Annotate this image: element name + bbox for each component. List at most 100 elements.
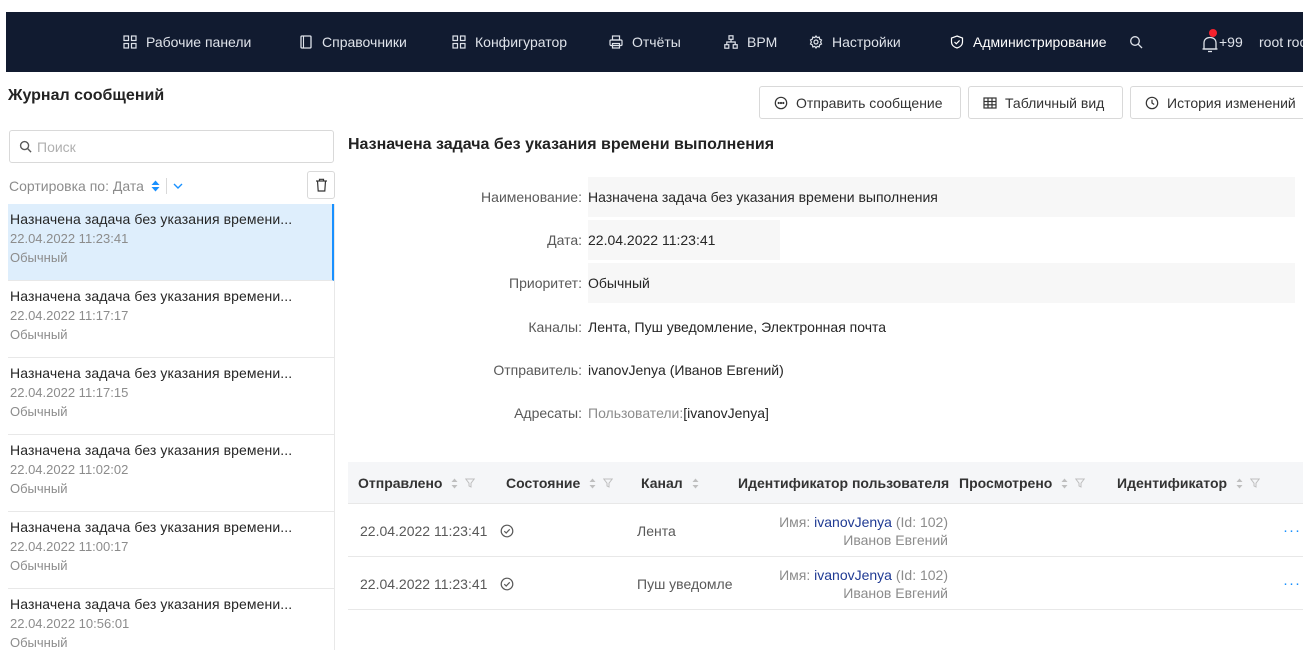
filter-icon[interactable] [1250,478,1261,488]
nav-item-references[interactable]: Справочники [299,12,407,72]
column-header-channel[interactable]: Канал [641,462,699,504]
nav-item-label: Справочники [322,34,407,50]
table-view-button[interactable]: Табличный вид [968,86,1123,119]
sort-icon[interactable] [1061,478,1068,489]
shield-icon [950,35,964,49]
grid-icon [452,35,466,49]
more-icon: ··· [1283,522,1301,539]
trash-icon [315,178,327,192]
sort-icon[interactable] [692,478,699,489]
list-item[interactable]: Назначена задача без указания времени...… [8,358,334,435]
top-navbar: Рабочие панели Справочники Конфигуратор … [6,12,1303,72]
nav-item-label: BPM [747,34,778,50]
nav-item-administration[interactable]: Администрирование [950,12,1107,72]
delete-button[interactable] [307,171,335,199]
table-header: Отправлено Состояние Канал Идентификатор… [348,462,1303,504]
field-name: Наименование: Назначена задача без указа… [348,177,1295,217]
notifications-count[interactable]: +99 [1219,12,1243,72]
nav-item-label: Отчёты [632,34,681,50]
field-value: Лента, Пуш уведомление, Электронная почт… [588,319,887,335]
user-menu[interactable]: root root [1259,12,1303,72]
column-header-state[interactable]: Состояние [506,462,614,504]
user-login-link[interactable]: ivanovJenya [814,567,892,583]
sort-icon[interactable] [1236,478,1243,489]
sort-icon[interactable] [589,478,596,489]
cell-sent: 22.04.2022 11:23:41 [360,575,488,592]
cell-channel: Пуш уведомле [637,575,733,592]
grid-icon [123,35,137,49]
field-label: Дата: [547,232,582,248]
chevron-down-icon[interactable] [173,182,183,190]
message-icon [774,96,788,109]
list-item[interactable]: Назначена задача без указания времени...… [8,281,334,358]
list-item[interactable]: Назначена задача без указания времени...… [8,512,334,589]
field-date: Дата: 22.04.2022 11:23:41 [348,220,780,260]
sort-icon[interactable] [451,478,458,489]
page-title: Журнал сообщений [8,87,165,104]
search-icon [19,140,32,153]
field-label: Адресаты: [514,405,582,421]
field-channels: Каналы: Лента, Пуш уведомление, Электрон… [348,307,886,347]
field-label: Наименование: [481,189,582,205]
clock-icon [1145,96,1159,109]
document-icon [299,35,313,49]
field-sender: Отправитель: ivanovJenya (Иванов Евгений… [348,350,784,390]
nav-item-bpm[interactable]: BPM [724,12,777,72]
cell-sent: 22.04.2022 11:23:41 [360,522,488,539]
recipient-link[interactable]: [ivanovJenya] [683,405,769,421]
field-value: ivanovJenya (Иванов Евгений) [588,362,784,378]
history-button[interactable]: История изменений [1130,86,1303,119]
cell-channel: Лента [637,522,676,539]
field-value: Пользователи: [ivanovJenya] [588,405,769,421]
field-label: Приоритет: [509,275,582,291]
window-frame-top [0,0,1303,12]
gear-icon [809,35,823,49]
sitemap-icon [724,35,738,49]
printer-icon [609,35,623,49]
more-icon: ··· [1283,575,1301,592]
cell-state [500,557,514,610]
cell-user: Имя: ivanovJenya (Id: 102) Иванов Евгени… [779,566,948,601]
column-header-viewed[interactable]: Просмотрено [959,462,1086,504]
table-icon [983,96,997,109]
column-header-sent[interactable]: Отправлено [358,462,476,504]
column-header-identifier[interactable]: Идентификатор [1117,462,1261,504]
notification-dot [1209,29,1217,37]
search-placeholder: Поиск [37,138,76,155]
field-value: Назначена задача без указания времени вы… [588,177,1295,217]
filter-icon[interactable] [1075,478,1086,488]
nav-item-label: Конфигуратор [475,34,568,50]
filter-icon[interactable] [603,478,614,488]
nav-item-configurator[interactable]: Конфигуратор [452,12,567,72]
sort-controls: Сортировка по: Дата [9,168,335,204]
search-input[interactable]: Поиск [9,130,334,163]
field-label: Каналы: [528,319,582,335]
column-header-user-id[interactable]: Идентификатор пользователя [738,462,949,504]
user-name: root root [1259,34,1303,50]
divider [165,178,167,194]
nav-item-settings[interactable]: Настройки [809,12,901,72]
window-frame-left [0,12,6,650]
filter-icon[interactable] [465,478,476,488]
field-priority: Приоритет: Обычный [348,263,1295,303]
list-item[interactable]: Назначена задача без указания времени...… [8,204,334,281]
detail-title: Назначена задача без указания времени вы… [348,136,775,153]
table-row: 22.04.2022 11:23:41 Пуш уведомле Имя: iv… [348,557,1303,610]
send-message-button[interactable]: Отправить сообщение [759,86,961,119]
list-item[interactable]: Назначена задача без указания времени...… [8,589,334,650]
field-value: Обычный [588,263,1295,303]
row-actions-button[interactable]: ··· [1283,504,1301,557]
message-list: Назначена задача без указания времени...… [8,204,335,650]
user-login-link[interactable]: ivanovJenya [814,514,892,530]
list-item[interactable]: Назначена задача без указания времени...… [8,435,334,512]
row-actions-button[interactable]: ··· [1283,557,1301,610]
nav-item-reports[interactable]: Отчёты [609,12,681,72]
table-row: 22.04.2022 11:23:41 Лента Имя: ivanovJen… [348,504,1303,557]
nav-item-dashboards[interactable]: Рабочие панели [123,12,251,72]
search-icon [1129,35,1143,49]
sort-direction-toggle[interactable] [151,180,160,192]
cell-user: Имя: ivanovJenya (Id: 102) Иванов Евгени… [779,513,948,548]
search-button[interactable] [1129,12,1152,72]
delivery-table: Отправлено Состояние Канал Идентификатор… [348,462,1303,610]
cell-state [500,504,514,557]
